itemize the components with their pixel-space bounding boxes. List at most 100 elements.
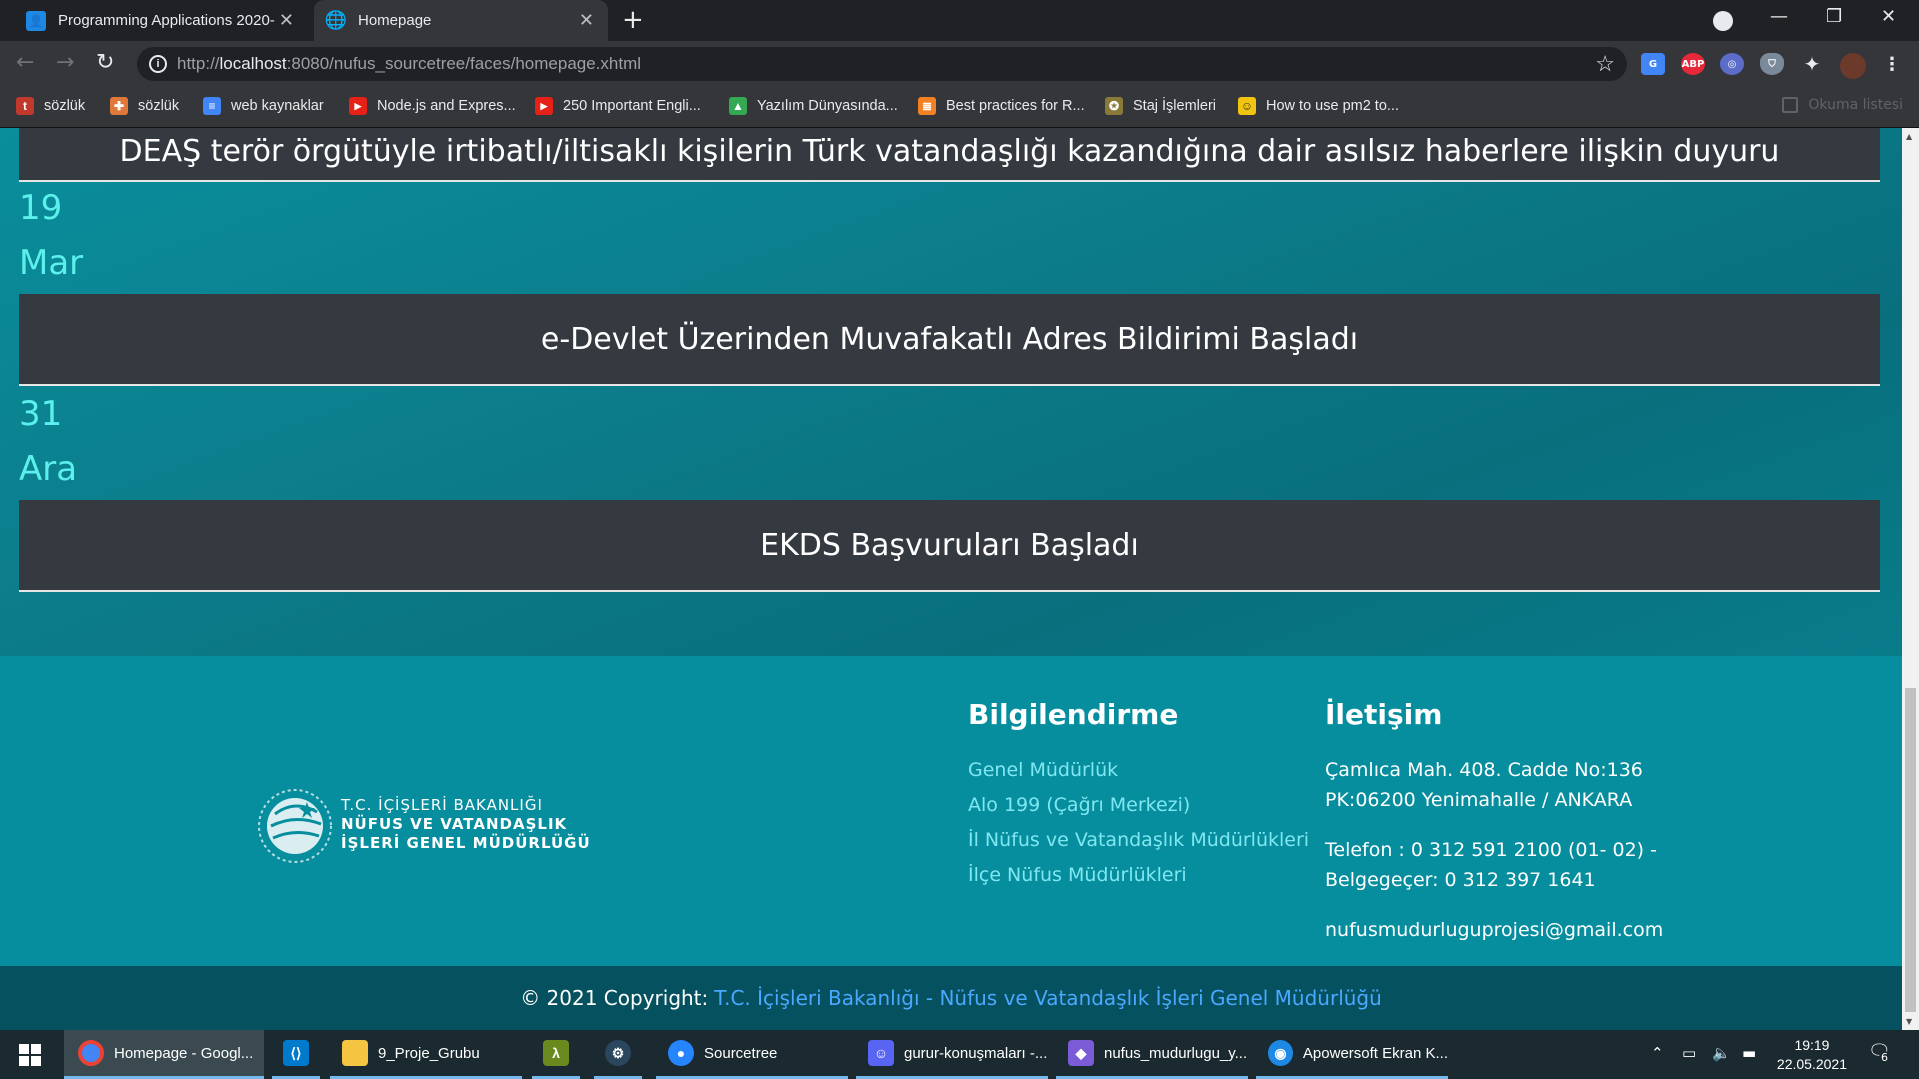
google-translate-icon[interactable]: G [1641,53,1665,75]
bookmark-web-kaynaklar[interactable]: ≡ web kaynaklar [203,97,324,115]
browser-chrome: 👤 Programming Applications 2020- ✕ 🌐 Hom… [0,0,1919,128]
notification-count: 6 [1879,1051,1890,1064]
reading-list[interactable]: Okuma listesi [1782,97,1903,113]
tab-title: Homepage [358,12,432,29]
tab-bar: 👤 Programming Applications 2020- ✕ 🌐 Hom… [0,0,1919,41]
volume-icon[interactable]: 🔈 [1712,1044,1731,1062]
bookmark-label: Node.js and Expres... [377,98,516,114]
seal-icon: ✪ [1105,97,1123,115]
link-il-nufus[interactable]: İl Nüfus ve Vatandaşlık Müdürlükleri [968,829,1309,851]
email-text: nufusmudurluguprojesi@gmail.com [1325,919,1664,941]
page-scrollbar[interactable]: ▲ ▼ [1902,128,1919,1030]
bookmark-sozluk-2[interactable]: ✚ sözlük [110,97,179,115]
profile-avatar[interactable] [1840,53,1866,79]
windows-icon [19,1043,41,1066]
window-close-icon[interactable]: ✕ [1881,6,1896,27]
taskbar-explorer[interactable]: 9_Proje_Grubu [330,1030,522,1079]
news-title-text: EKDS Başvuruları Başladı [760,527,1139,563]
taskbar-label: 9_Proje_Grubu [378,1044,480,1062]
bookmark-english[interactable]: ▶ 250 Important Engli... [535,97,701,115]
menu-icon[interactable]: ⋮ [1880,53,1904,75]
contact-heading: İletişim [1325,698,1443,731]
scroll-down-icon[interactable]: ▼ [1906,1017,1912,1026]
close-icon[interactable]: ✕ [579,10,594,31]
new-tab-button[interactable]: + [622,5,644,35]
bookmark-pm2[interactable]: ☺ How to use pm2 to... [1238,97,1399,115]
link-ilce-nufus[interactable]: İlçe Nüfus Müdürlükleri [968,864,1187,886]
network-icon[interactable]: ▭ [1682,1044,1696,1062]
shield-icon[interactable]: ⛉ [1760,53,1784,75]
address-line: PK:06200 Yenimahalle / ANKARA [1325,789,1633,811]
close-icon[interactable]: ✕ [279,10,294,31]
link-alo-199[interactable]: Alo 199 (Çağrı Merkezi) [968,794,1190,816]
globe-icon: 🌐 [324,10,348,30]
bookmark-label: Best practices for R... [946,98,1085,114]
puzzle-icon[interactable]: ✦ [1800,52,1824,76]
logo-line: İŞLERİ GENEL MÜDÜRLÜĞÜ [341,833,591,852]
link-genel-mudurluk[interactable]: Genel Müdürlük [968,759,1118,781]
bookmark-label: How to use pm2 to... [1266,98,1399,114]
taskbar-apowersoft[interactable]: ◉ Apowersoft Ekran K... [1256,1030,1448,1079]
clock-date: 22.05.2021 [1776,1056,1847,1072]
back-icon[interactable]: ← [16,51,34,75]
news-item-title[interactable]: EKDS Başvuruları Başladı [19,500,1880,592]
chrome-icon [78,1040,104,1066]
reading-list-label: Okuma listesi [1808,97,1903,113]
bookmark-star-icon[interactable]: ☆ [1595,51,1615,77]
start-button[interactable] [0,1030,60,1079]
tab-programming-applications[interactable]: 👤 Programming Applications 2020- ✕ [12,0,308,41]
taskbar-vscode[interactable]: ⟨⟩ [272,1030,320,1079]
taskbar-discord[interactable]: ☺ gurur-konuşmaları -... [856,1030,1048,1079]
news-item-title[interactable]: DEAŞ terör örgütüyle irtibatlı/iltisaklı… [19,128,1880,182]
tab-homepage[interactable]: 🌐 Homepage ✕ [314,0,608,41]
taskbar-chrome[interactable]: Homepage - Googl... [64,1030,264,1079]
address-line: Çamlıca Mah. 408. Cadde No:136 [1325,759,1643,781]
forward-icon[interactable]: → [56,51,74,75]
taskbar-lambda[interactable]: λ [532,1030,580,1079]
bookmark-label: Yazılım Dünyasında... [757,98,898,114]
copyright-link[interactable]: T.C. İçişleri Bakanlığı - Nüfus ve Vatan… [714,986,1382,1010]
extension-icon[interactable]: ◎ [1720,53,1744,75]
news-item-title[interactable]: e-Devlet Üzerinden Muvafakatlı Adres Bil… [19,294,1880,386]
tab-search-icon[interactable] [1713,11,1733,31]
bookmark-sozluk-1[interactable]: t sözlük [16,97,85,115]
discord-icon: ☺ [868,1040,894,1066]
notification-icon[interactable]: 🗨 6 [1868,1041,1891,1064]
folder-icon [342,1040,368,1066]
bookmark-best-practices[interactable]: ≣ Best practices for R... [918,97,1085,115]
restore-icon[interactable]: ❐ [1826,6,1842,27]
bookmark-staj[interactable]: ✪ Staj İşlemleri [1105,97,1216,115]
taskbar-visual-studio[interactable]: ◆ nufus_mudurlugu_y... [1056,1030,1248,1079]
bookmark-nodejs[interactable]: ▶ Node.js and Expres... [349,97,516,115]
taskbar-label: gurur-konuşmaları -... [904,1044,1048,1062]
taskbar-label: nufus_mudurlugu_y... [1104,1044,1248,1062]
news-month: Ara [19,449,78,489]
reload-icon[interactable]: ↻ [96,51,114,75]
toolbar: ← → ↻ i http://localhost:8080/nufus_sour… [0,41,1919,87]
youtube-icon: ▶ [535,97,553,115]
cambridge-icon: ✚ [110,97,128,115]
info-icon[interactable]: i [149,55,167,73]
adblock-icon[interactable]: ABP [1681,53,1705,75]
fax-text: Belgegeçer: 0 312 397 1641 [1325,869,1596,891]
battery-icon[interactable]: ▬ [1742,1044,1756,1062]
classroom-icon: 👤 [26,10,46,31]
scroll-thumb[interactable] [1905,688,1916,1012]
taskbar-label: Sourcetree [704,1044,778,1062]
cube-icon: ◆ [1068,1040,1094,1066]
url-path: :8080/nufus_sourcetree/faces/homepage.xh… [286,54,642,73]
minimize-icon[interactable]: — [1770,6,1788,27]
chevron-up-icon[interactable]: ⌃ [1651,1044,1664,1062]
taskbar-steam[interactable]: ⚙ [594,1030,642,1079]
url-host: localhost [219,54,287,73]
logo-line: NÜFUS VE VATANDAŞLIK [341,814,568,833]
address-bar[interactable]: i http://localhost:8080/nufus_sourcetree… [137,47,1627,81]
scroll-up-icon[interactable]: ▲ [1906,132,1912,141]
system-clock[interactable]: 19:19 22.05.2021 [1777,1036,1847,1074]
clock-time: 19:19 [1794,1037,1830,1053]
bookmark-label: Staj İşlemleri [1133,98,1216,114]
docs-icon: ≡ [203,97,221,115]
drive-icon: ▲ [729,97,747,115]
taskbar-sourcetree[interactable]: ● Sourcetree [656,1030,848,1079]
bookmark-yazilim[interactable]: ▲ Yazılım Dünyasında... [729,97,898,115]
